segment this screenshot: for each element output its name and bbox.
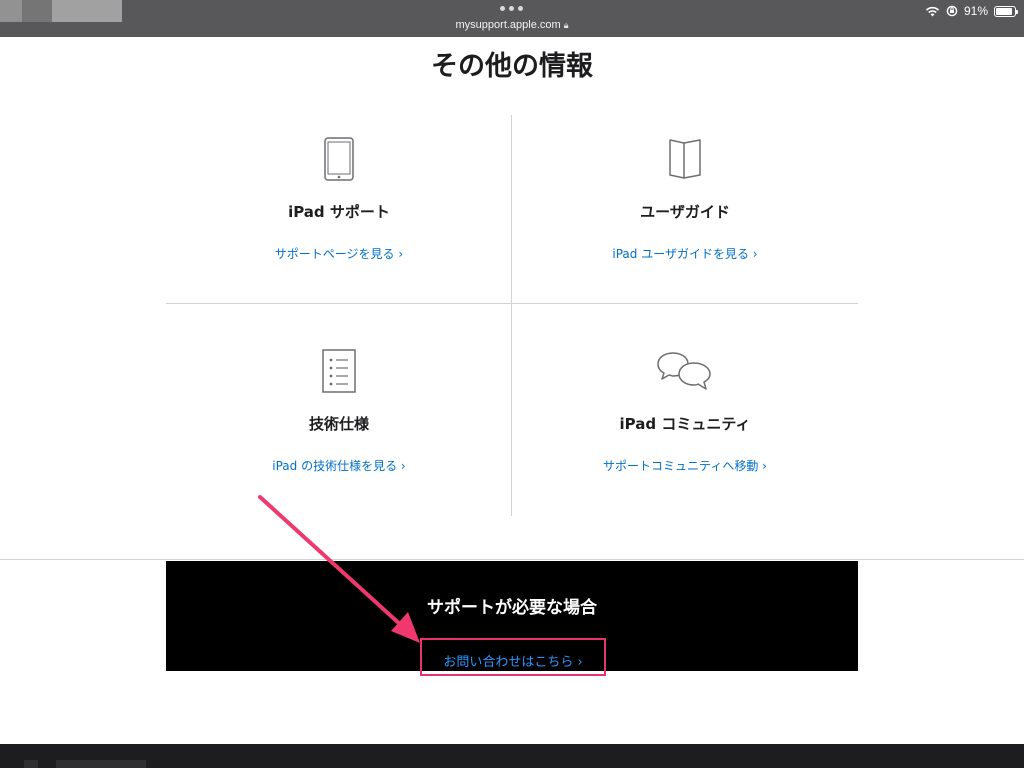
card-title: 技術仕様	[308, 415, 369, 433]
browser-status-bar: mysupport.apple.com 🔒︎ 91%	[0, 0, 1024, 37]
card-tech-specs: 技術仕様 iPad の技術仕様を見る ›	[166, 304, 512, 492]
contact-us-link[interactable]: お問い合わせはこちら ›	[422, 651, 604, 670]
battery-percentage: 91%	[963, 4, 988, 18]
banner-title: サポートが必要な場合	[427, 598, 597, 618]
footer-fragment	[56, 760, 146, 768]
ipad-icon	[166, 137, 512, 181]
orientation-lock-icon	[946, 5, 958, 17]
battery-icon	[994, 5, 1018, 17]
footer-fragment	[24, 760, 38, 768]
card-title: iPad コミュニティ	[619, 415, 751, 433]
chat-bubbles-icon	[512, 349, 858, 393]
wifi-icon	[925, 6, 940, 16]
book-icon	[512, 137, 858, 181]
footer-bar	[0, 744, 1024, 768]
support-page-link[interactable]: サポートページを見る ›	[166, 245, 512, 262]
tech-specs-link[interactable]: iPad の技術仕様を見る ›	[166, 457, 512, 474]
spec-list-icon	[166, 349, 512, 393]
card-title: iPad サポート	[288, 203, 390, 221]
info-grid: iPad サポート サポートページを見る › ユーザガイド iPad ユーザガイ…	[166, 115, 858, 516]
support-banner: サポートが必要な場合 お問い合わせはこちら ›	[166, 561, 858, 676]
user-guide-link[interactable]: iPad ユーザガイドを見る ›	[512, 245, 858, 262]
url-text: mysupport.apple.com	[455, 19, 561, 31]
card-community: iPad コミュニティ サポートコミュニティへ移動 ›	[512, 304, 858, 492]
status-indicators: 91%	[925, 3, 1018, 19]
page-title: その他の情報	[431, 51, 593, 82]
divider	[0, 559, 1024, 560]
address-bar[interactable]: mysupport.apple.com 🔒︎	[0, 19, 1024, 31]
more-dots-icon[interactable]	[500, 6, 524, 12]
card-title: ユーザガイド	[640, 203, 730, 221]
community-link[interactable]: サポートコミュニティへ移動 ›	[512, 457, 858, 474]
lock-icon: 🔒︎	[563, 20, 569, 30]
card-ipad-support: iPad サポート サポートページを見る ›	[166, 115, 512, 303]
card-user-guide: ユーザガイド iPad ユーザガイドを見る ›	[512, 115, 858, 303]
highlight-box: お問い合わせはこちら ›	[420, 638, 606, 676]
